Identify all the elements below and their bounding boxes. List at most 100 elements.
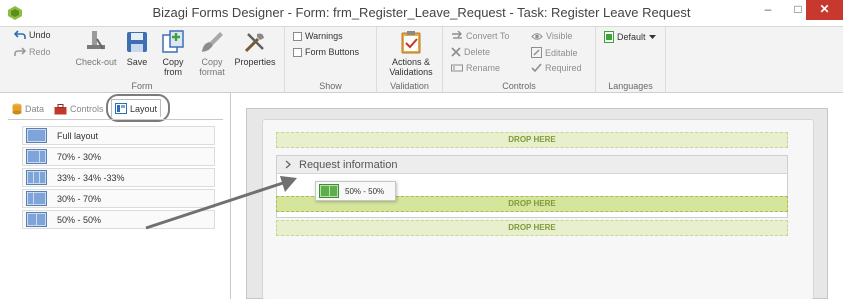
drag-ghost-label: 50% - 50%: [345, 186, 385, 196]
drop-zone-bottom[interactable]: DROP HERE: [276, 220, 788, 236]
tools-icon: [244, 33, 264, 53]
visible-button[interactable]: Visible: [531, 31, 572, 41]
paintbrush-icon: [202, 32, 223, 52]
drop-zone-top[interactable]: DROP HERE: [276, 132, 788, 148]
left-panel: Data Controls Layout Full layout 70% - 3…: [0, 93, 231, 299]
ribbon-group-controls: Convert To Delete Rename Visible Editabl…: [443, 27, 596, 93]
save-button[interactable]: Save: [124, 29, 150, 67]
visible-label: Visible: [546, 31, 573, 41]
layout-item-label: 50% - 50%: [57, 214, 102, 225]
layout-50-50-drag-icon: [319, 184, 339, 198]
copy-from-icon: [162, 30, 184, 53]
undo-label: Undo: [29, 30, 51, 40]
ribbon-toolbar: Undo Redo Check-out Save Copy from Copy …: [0, 27, 843, 93]
form-canvas: DROP HERE Request information DROP HERE …: [246, 108, 828, 299]
copy-from-label-2: from: [164, 67, 182, 77]
tab-controls[interactable]: Controls: [54, 100, 104, 118]
language-dropdown[interactable]: Default: [604, 31, 656, 43]
convert-to-button[interactable]: Convert To: [451, 31, 509, 41]
checkout-icon: [87, 31, 105, 50]
undo-button[interactable]: Undo: [14, 30, 51, 40]
actions-validations-button[interactable]: Actions & Validations: [385, 29, 437, 77]
warnings-checkbox[interactable]: Warnings: [293, 31, 343, 41]
copy-format-label-2: format: [199, 67, 225, 77]
ribbon-group-show: Warnings Form Buttons Show: [285, 27, 377, 93]
editable-label: Editable: [545, 47, 578, 58]
layout-item-full[interactable]: Full layout: [22, 126, 215, 145]
layout-item-label: 33% - 34% -33%: [57, 172, 125, 183]
controls-group-label: Controls: [502, 81, 536, 91]
rename-icon: [451, 64, 463, 72]
convert-to-label: Convert To: [466, 31, 510, 41]
rename-button[interactable]: Rename: [451, 63, 500, 73]
warnings-label: Warnings: [305, 31, 343, 41]
group-title: Request information: [299, 158, 398, 171]
group-header[interactable]: Request information: [277, 156, 787, 174]
copy-format-button[interactable]: Copy format: [196, 29, 228, 77]
layout-list: Full layout 70% - 30% 33% - 34% -33% 30%…: [22, 126, 215, 231]
edit-icon: [531, 47, 542, 58]
undo-icon: [14, 30, 26, 39]
layout-item-70-30[interactable]: 70% - 30%: [22, 147, 215, 166]
properties-button[interactable]: Properties: [233, 29, 277, 67]
form-group-label: Form: [131, 81, 153, 91]
properties-label: Properties: [234, 57, 276, 67]
form-buttons-label: Form Buttons: [305, 47, 360, 57]
save-icon: [127, 32, 147, 52]
layout-item-33-34-33[interactable]: 33% - 34% -33%: [22, 168, 215, 187]
drag-ghost-item[interactable]: 50% - 50%: [315, 181, 396, 201]
ribbon-group-form: Undo Redo Check-out Save Copy from Copy …: [0, 27, 285, 93]
required-button[interactable]: Required: [531, 63, 582, 73]
layout-item-label: 30% - 70%: [57, 193, 102, 204]
layout-33-34-33-icon: [26, 170, 47, 185]
redo-icon: [14, 47, 26, 56]
checkout-label: Check-out: [75, 57, 117, 67]
layout-item-30-70[interactable]: 30% - 70%: [22, 189, 215, 208]
delete-label: Delete: [464, 47, 491, 57]
panel-tabs: Data Controls Layout: [8, 94, 223, 122]
copy-format-label-1: Copy: [201, 57, 223, 67]
layout-item-label: 70% - 30%: [57, 151, 102, 162]
layout-30-70-icon: [26, 191, 47, 206]
layout-item-label: Full layout: [57, 130, 99, 141]
validation-group-label: Validation: [390, 81, 429, 91]
checkout-button[interactable]: Check-out: [74, 29, 118, 67]
form-buttons-check[interactable]: [293, 47, 302, 57]
checkmark-icon: [531, 63, 542, 73]
layout-tab-highlight: [106, 94, 170, 122]
tab-data-label: Data: [25, 104, 45, 114]
layout-item-50-50[interactable]: 50% - 50%: [22, 210, 215, 229]
tab-data[interactable]: Data: [12, 100, 44, 118]
database-icon: [12, 103, 22, 115]
layout-50-50-icon: [26, 212, 47, 227]
show-group-label: Show: [319, 81, 342, 91]
ribbon-group-languages: Default Languages: [596, 27, 666, 93]
warnings-check[interactable]: [293, 31, 302, 41]
convert-icon: [452, 31, 462, 39]
window-title: Bizagi Forms Designer - Form: frm_Regist…: [152, 5, 691, 20]
editable-button[interactable]: Editable: [531, 47, 578, 58]
chevron-right-icon[interactable]: [285, 160, 291, 169]
redo-button[interactable]: Redo: [14, 47, 51, 57]
minimize-button[interactable]: ‒: [754, 0, 782, 20]
full-layout-icon: [26, 128, 47, 143]
chevron-down-icon: [648, 34, 656, 39]
language-doc-icon: [604, 31, 614, 43]
redo-label: Redo: [29, 47, 51, 57]
clipboard-check-icon: [401, 31, 421, 54]
delete-button[interactable]: Delete: [451, 47, 490, 57]
form-buttons-checkbox[interactable]: Form Buttons: [293, 47, 359, 57]
close-button[interactable]: ✕: [806, 0, 843, 20]
rename-label: Rename: [466, 63, 501, 73]
ribbon-group-validation: Actions & Validations Validation: [377, 27, 443, 93]
tab-controls-label: Controls: [70, 104, 104, 114]
title-bar: Bizagi Forms Designer - Form: frm_Regist…: [0, 0, 843, 27]
delete-icon: [451, 47, 461, 57]
actions-label-2: Validations: [389, 67, 433, 77]
toolbox-icon: [54, 103, 67, 114]
language-default-label: Default: [617, 32, 646, 42]
languages-group-label: Languages: [608, 81, 653, 91]
required-label: Required: [545, 63, 582, 73]
form-area: DROP HERE Request information DROP HERE …: [262, 119, 814, 299]
copy-from-button[interactable]: Copy from: [158, 29, 188, 77]
